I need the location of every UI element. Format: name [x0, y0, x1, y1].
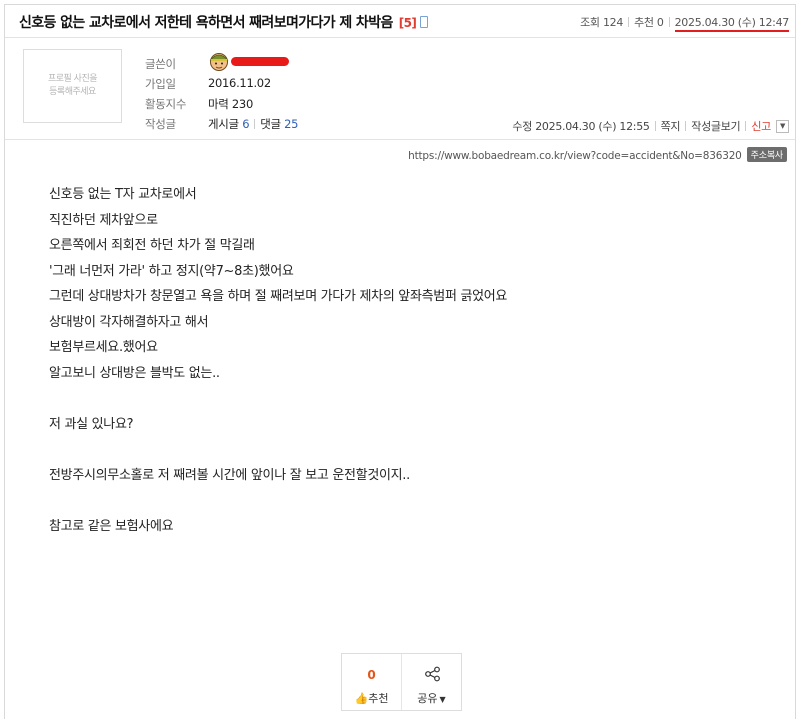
body-line: 오른쪽에서 죄회전 하던 차가 절 막길래	[49, 238, 255, 253]
body-line: 직진하던 제차앞으로	[49, 212, 158, 228]
recommend-button-label: 추천	[368, 692, 389, 705]
caret-down-icon: ▼	[439, 695, 446, 704]
member-level-icon	[209, 53, 229, 71]
photo-placeholder-line-1: 프로필 사진을	[47, 74, 98, 84]
post-header: 신호등 없는 교차로에서 저한테 욕하면서 째려보며가다가 제 차박음 [5] 조…	[5, 5, 795, 38]
views-label: 조회	[580, 16, 600, 29]
body-line	[49, 386, 507, 412]
copy-url-button[interactable]: 주소복사	[746, 147, 787, 162]
comments-count-link[interactable]: 25	[284, 117, 298, 131]
post-url[interactable]: https://www.bobaedream.co.kr/view?code=a…	[408, 150, 742, 162]
share-button-label-row: 공유 ▼	[402, 690, 461, 706]
divider	[668, 17, 670, 27]
more-dropdown-icon[interactable]: ▼	[776, 119, 789, 133]
body-line: 신호등 없는 T자 교차로에서	[49, 187, 197, 202]
divider	[628, 17, 630, 27]
mobile-icon	[420, 16, 429, 28]
post-container: 신호등 없는 교차로에서 저한테 욕하면서 째려보며가다가 제 차박음 [5] 조…	[4, 4, 796, 719]
divider	[685, 121, 687, 131]
share-icon	[425, 666, 440, 682]
divider	[654, 121, 656, 131]
activity-label: 활동지수	[145, 97, 187, 111]
writer-label: 글쓴이	[145, 57, 176, 71]
post-meta-actions: 수정 2025.04.30 (수) 12:55 쪽지 작성글보기 신고 ▼	[512, 118, 789, 134]
recommend-share-box: 0 👍추천 공유 ▼	[341, 653, 462, 711]
divider	[254, 119, 256, 129]
joined-date: 2016.11.02	[208, 76, 271, 90]
post-url-bar: https://www.bobaedream.co.kr/view?code=a…	[408, 147, 787, 162]
posts-text: 게시글	[208, 117, 239, 131]
comments-text: 댓글	[260, 117, 281, 131]
post-title-text: 신호등 없는 교차로에서 저한테 욕하면서 째려보며가다가 제 차박음	[19, 15, 393, 31]
recommend-count: 0	[656, 16, 664, 29]
body-line: 참고로 같은 보험사에요	[49, 518, 174, 534]
body-line: '그래 너먼저 가라' 하고 정지(약7~8초)했어요	[49, 263, 294, 279]
redacted-nickname[interactable]	[231, 57, 289, 66]
activity-value: 마력 230	[208, 97, 253, 111]
body-line	[49, 488, 507, 514]
recommend-label: 추천	[634, 16, 654, 29]
comment-count[interactable]: [5]	[399, 16, 417, 30]
divider	[745, 121, 747, 131]
body-line: 상대방이 각자해결하자고 해서	[49, 314, 209, 330]
views-count: 124	[602, 16, 624, 29]
body-line: 알고보니 상대방은 블박도 없는..	[49, 365, 220, 381]
recommend-button-label-row: 👍추천	[342, 690, 401, 706]
post-body: 신호등 없는 T자 교차로에서 직진하던 제차앞으로 오른쪽에서 죄회전 하던 …	[49, 182, 507, 539]
profile-photo-placeholder: 프로필 사진을 등록해주세요	[23, 49, 122, 123]
photo-placeholder-line-2: 등록해주세요	[49, 87, 96, 97]
body-line: 저 과실 있나요?	[49, 416, 134, 432]
posts-count-link[interactable]: 6	[242, 117, 249, 131]
body-line: 전방주시의무소홀로 저 째려볼 시간에 앞이나 잘 보고 운전할것이지..	[49, 467, 410, 483]
author-counts: 게시글 6 댓글 25	[208, 116, 299, 132]
thumbs-up-icon: 👍	[354, 692, 369, 705]
author-profile: 프로필 사진을 등록해주세요 글쓴이 가입일 2016.11.02 활동지수 마…	[5, 38, 795, 140]
post-title: 신호등 없는 교차로에서 저한테 욕하면서 째려보며가다가 제 차박음 [5]	[19, 12, 429, 32]
posts-label: 작성글	[145, 117, 176, 131]
body-line: 보험부르세요.했어요	[49, 340, 158, 355]
post-stats: 조회 124 추천 0 2025.04.30 (수) 12:47	[580, 14, 789, 32]
recommend-button-count: 0	[367, 668, 376, 682]
recommend-button[interactable]: 0 👍추천	[342, 654, 401, 710]
joined-label: 가입일	[145, 77, 176, 91]
modified-date: 수정 2025.04.30 (수) 12:55	[512, 120, 650, 133]
share-button[interactable]: 공유 ▼	[401, 654, 461, 710]
body-line	[49, 437, 507, 463]
body-line: 그런데 상대방차가 창문열고 욕을 하며 절 째려보며 가다가 제차의 앞좌측범…	[49, 289, 508, 304]
share-button-label: 공유	[417, 692, 438, 705]
view-posts-link[interactable]: 작성글보기	[691, 118, 740, 134]
post-date: 2025.04.30 (수) 12:47	[674, 16, 789, 32]
message-link[interactable]: 쪽지	[661, 118, 681, 134]
report-link[interactable]: 신고	[751, 118, 771, 134]
